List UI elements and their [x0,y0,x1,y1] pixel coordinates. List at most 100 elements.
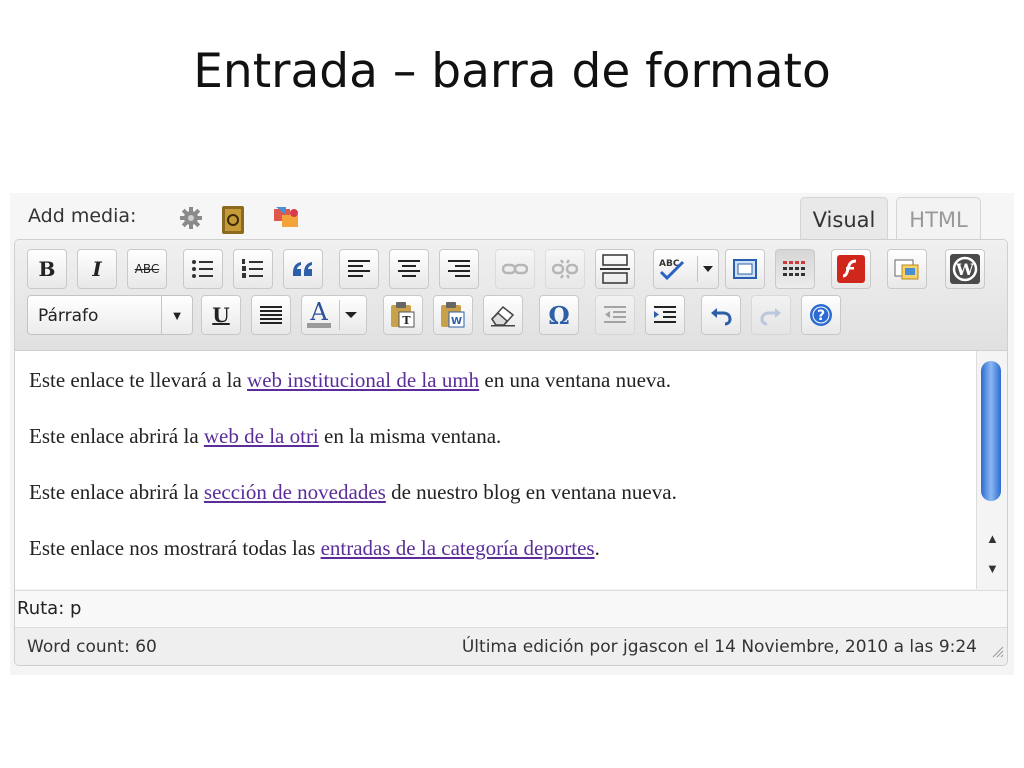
kitchen-sink-button[interactable] [775,249,815,289]
align-center-icon [398,260,420,277]
scroll-up-icon[interactable]: ▲ [986,531,999,546]
tab-visual[interactable]: Visual [800,197,888,242]
wordpress-button[interactable]: W [945,249,985,289]
svg-text:W: W [955,260,975,279]
paragraph-text: Este enlace te llevará a la [29,368,248,392]
fullscreen-button[interactable] [725,249,765,289]
wordpress-editor-screenshot: Add media: Visual HTML B I ABC ABC W Pár… [10,193,1014,675]
editor-scrollbar[interactable]: ▲ ▼ [976,351,1007,589]
svg-text:W: W [451,316,462,327]
help-button[interactable]: ? [801,295,841,335]
bold-button[interactable]: B [27,249,67,289]
more-tag-button[interactable] [595,249,635,289]
paragraph-text: de nuestro blog en ventana nueva. [385,480,677,504]
justify-icon [260,306,282,324]
underline-icon: U [212,303,230,327]
paragraph-text: en una ventana nueva. [479,368,671,392]
spellcheck-button[interactable]: ABC [653,249,719,289]
indent-button[interactable] [645,295,685,335]
chevron-down-icon: ▼ [161,296,192,334]
kitchen-sink-icon [783,261,805,276]
bold-icon: B [38,257,56,281]
svg-text:A: A [309,300,328,326]
slide-title: Entrada – barra de formato [193,44,831,99]
paste-text-button[interactable]: T [383,295,423,335]
underline-button[interactable]: U [201,295,241,335]
tab-html[interactable]: HTML [896,197,981,242]
charmap-button[interactable]: Ω [539,295,579,335]
format-select[interactable]: Párrafo ▼ [27,295,193,335]
strikethrough-button[interactable]: ABC [127,249,167,289]
flash-button[interactable] [831,249,871,289]
redo-button[interactable] [751,295,791,335]
svg-text:?: ? [817,308,825,324]
editor-box: B I ABC ABC W Párrafo ▼ U A T W Ω ? Este… [14,239,1008,666]
numbered-list-icon [242,259,263,278]
blockquote-button[interactable] [283,249,323,289]
align-right-button[interactable] [439,249,479,289]
paragraph-text: . [594,536,600,560]
paragraph-text: Este enlace abrirá la [29,424,204,448]
eraser-button[interactable] [483,295,523,335]
bullet-list-button[interactable] [183,249,223,289]
unlink-button[interactable] [545,249,585,289]
help-icon: ? [810,304,832,326]
link-icon [502,263,528,275]
address-book-icon[interactable] [220,205,246,240]
wordpress-icon: W [950,254,980,284]
link-web-umh[interactable]: web institucional de la umh [247,368,479,392]
omega-icon: Ω [548,300,570,330]
element-path: Ruta: p [17,598,82,619]
paragraph-4: Este enlace nos mostrará todas las entra… [29,536,600,561]
status-footer: Word count: 60 Última edición por jgasco… [15,627,1007,665]
media-stack-icon[interactable] [272,205,302,238]
link-button[interactable] [495,249,535,289]
outdent-button[interactable] [595,295,635,335]
format-select-value: Párrafo [38,306,99,326]
media-bar: Add media: Visual HTML [10,193,1014,243]
resize-grip-icon[interactable] [990,644,1004,663]
scroll-down-icon[interactable]: ▼ [986,561,999,576]
editor-content[interactable]: Este enlace te llevará a la web instituc… [15,351,977,589]
blockquote-icon [293,262,312,276]
undo-icon [711,308,732,326]
align-right-icon [448,260,470,277]
paste-text-icon: T [391,302,415,328]
indent-icon [654,306,676,323]
add-media-label: Add media: [28,205,137,227]
italic-button[interactable]: I [77,249,117,289]
text-color-button[interactable]: A [301,295,367,335]
path-bar: Ruta: p [15,590,1007,627]
gear-icon[interactable] [178,205,204,236]
fullscreen-icon [733,259,757,279]
scrollbar-thumb[interactable] [981,361,1001,501]
insert-media-button[interactable] [887,249,927,289]
strikethrough-icon: ABC [134,262,160,276]
paragraph-2: Este enlace abrirá la web de la otri en … [29,424,501,449]
justify-button[interactable] [251,295,291,335]
align-left-button[interactable] [339,249,379,289]
svg-text:T: T [402,314,411,327]
italic-icon: I [92,257,102,281]
flash-icon [837,255,865,283]
undo-button[interactable] [701,295,741,335]
align-center-button[interactable] [389,249,429,289]
more-tag-icon [600,254,630,284]
format-toolbar: B I ABC ABC W Párrafo ▼ U A T W Ω ? [15,240,1007,351]
link-deportes[interactable]: entradas de la categoría deportes [321,536,595,560]
eraser-icon [491,305,515,327]
numbered-list-button[interactable] [233,249,273,289]
paragraph-text: Este enlace abrirá la [29,480,204,504]
link-web-otri[interactable]: web de la otri [204,424,319,448]
paragraph-text: Este enlace nos mostrará todas las [29,536,321,560]
redo-icon [760,308,781,326]
paragraph-3: Este enlace abrirá la sección de novedad… [29,480,677,505]
paste-word-button[interactable]: W [433,295,473,335]
link-novedades[interactable]: sección de novedades [204,480,386,504]
word-count: Word count: 60 [27,637,157,657]
last-edit-info: Última edición por jgascon el 14 Noviemb… [461,637,977,657]
outdent-icon [604,306,626,323]
paragraph-1: Este enlace te llevará a la web instituc… [29,368,671,393]
align-left-icon [348,260,370,277]
paste-word-icon: W [441,302,465,328]
